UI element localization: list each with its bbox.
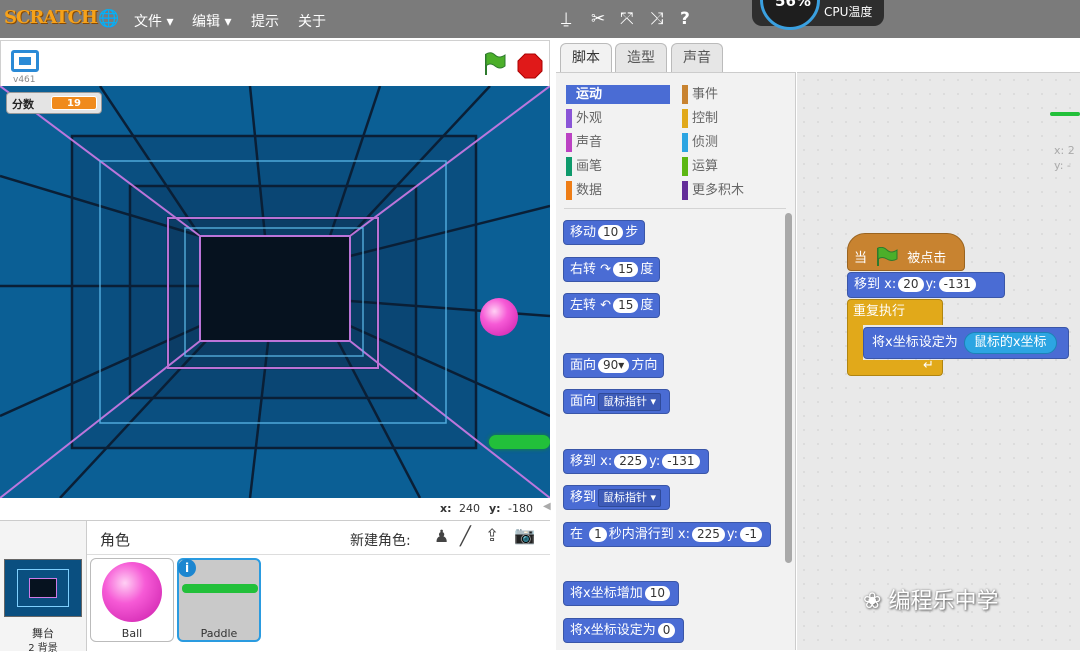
mouse-x-reporter[interactable]: 鼠标的x坐标 [963, 332, 1057, 354]
stage[interactable]: 分数 19 [0, 86, 550, 498]
sprite-name: Ball [121, 627, 143, 640]
scissors-icon[interactable]: ✂ [591, 9, 605, 29]
forever-arm [847, 324, 863, 361]
score-monitor[interactable]: 分数 19 [6, 92, 102, 114]
set-x-block[interactable]: 将x坐标设定为 鼠标的x坐标 [863, 327, 1069, 359]
menu-file[interactable]: 文件 ▾ [134, 11, 173, 31]
x-value: 240 [459, 502, 480, 515]
sprite-x-coord: x: 2 [1054, 144, 1075, 157]
script-area[interactable]: x: 2 y: - 当 被点击 移到 x: 20 y: -131 重复执行 ↵ 将x坐… [797, 72, 1080, 650]
sprite-library-icon[interactable]: ♟ [434, 527, 449, 547]
forever-label: 重复执行 [853, 304, 906, 319]
scratch-logo[interactable]: SCRATCH [4, 7, 98, 28]
version-label: v461 [13, 75, 36, 85]
green-flag-icon[interactable] [481, 51, 507, 77]
category-data[interactable]: 数据 [566, 181, 670, 200]
score-value: 19 [51, 96, 97, 110]
block-set-x[interactable]: 将x坐标设定为 0 [563, 618, 685, 643]
watermark: ❀ 编程乐中学 [863, 589, 999, 614]
block-change-x[interactable]: 将x坐标增加 10 [563, 581, 679, 606]
green-flag-icon [877, 246, 898, 266]
palette-divider [564, 208, 786, 209]
sprites-pane: 舞台 2 背景 角色 新建角色: ♟ ╱ ⇪ 📷 Ball i Paddle [0, 520, 550, 654]
backdrop-count: 2 背景 [28, 643, 58, 654]
y-value: -180 [508, 502, 533, 515]
menu-bar: SCRATCH 🌐 文件 ▾ 编辑 ▾ 提示 关于 ⍊ ✂ ⤧ ⤨ ? 56% … [0, 0, 1080, 38]
menu-edit[interactable]: 编辑 ▾ [192, 11, 231, 31]
loop-arrow-icon: ↵ [923, 358, 934, 373]
rotate-right-icon: ↷ [600, 262, 612, 277]
sprite-y-coord: y: - [1054, 159, 1071, 172]
shrink-icon[interactable]: ⤨ [650, 9, 664, 29]
fullscreen-icon[interactable] [11, 50, 39, 72]
sprite-preview-paddle [1050, 112, 1080, 116]
tab-costumes[interactable]: 造型 [615, 43, 667, 73]
category-pen[interactable]: 画笔 [566, 157, 670, 176]
block-point-towards[interactable]: 面向 鼠标指针 ▾ [563, 389, 671, 414]
editor-tabs: 脚本 造型 声音 [556, 40, 1080, 76]
tab-sounds[interactable]: 声音 [671, 43, 723, 73]
block-palette: 运动 外观 声音 画笔 数据 事件 控制 侦测 运算 更多积木 移动 10 步 右转… [556, 72, 796, 650]
category-events[interactable]: 事件 [682, 85, 786, 104]
block-go-to[interactable]: 移到 鼠标指针 ▾ [563, 485, 671, 510]
when-flag-clicked-block[interactable]: 当 被点击 [847, 233, 965, 271]
block-go-to-xy[interactable]: 移到 x: 225 y: -131 [563, 449, 709, 474]
backdrop-thumbnail[interactable] [4, 559, 82, 617]
sprite-name: Paddle [200, 627, 238, 640]
paint-brush-icon[interactable]: ╱ [460, 526, 471, 547]
go-to-xy-block[interactable]: 移到 x: 20 y: -131 [847, 272, 1005, 298]
stage-thumbnail-panel[interactable]: 舞台 2 背景 [0, 521, 87, 654]
category-more-blocks[interactable]: 更多积木 [682, 181, 786, 200]
category-looks[interactable]: 外观 [566, 109, 670, 128]
category-sensing[interactable]: 侦测 [682, 133, 786, 152]
sprite-thumb-ball[interactable]: Ball [90, 558, 174, 642]
mouse-coords: x: 240 y: -180 ◀ [0, 499, 551, 519]
paddle-sprite[interactable] [489, 435, 550, 449]
menu-about[interactable]: 关于 [298, 11, 326, 31]
collapse-arrow-icon[interactable]: ◀ [543, 501, 551, 512]
sprites-title: 角色 [100, 531, 131, 549]
globe-icon[interactable]: 🌐 [98, 9, 119, 29]
category-motion[interactable]: 运动 [566, 85, 670, 104]
paddle-thumbnail [182, 584, 258, 593]
tunnel-backdrop [0, 86, 550, 498]
cpu-value: 56% [775, 0, 811, 10]
block-turn-left[interactable]: 左转 ↶ 15 度 [563, 293, 661, 318]
palette-scrollbar[interactable] [785, 213, 792, 563]
block-point-in-direction[interactable]: 面向 90▾ 方向 [563, 353, 665, 378]
y-label: y: [489, 502, 501, 515]
stamp-icon[interactable]: ⍊ [561, 9, 571, 29]
wechat-icon: ❀ [863, 589, 882, 614]
rotate-left-icon: ↶ [600, 298, 612, 313]
category-control[interactable]: 控制 [682, 109, 786, 128]
cpu-widget: 56% CPU温度 [752, 0, 884, 30]
cpu-label: CPU温度 [824, 5, 873, 19]
stop-icon[interactable] [517, 53, 543, 79]
stage-header: v461 [0, 40, 550, 86]
block-move-steps[interactable]: 移动 10 步 [563, 220, 646, 245]
info-icon[interactable]: i [178, 559, 196, 577]
new-sprite-label: 新建角色: [350, 533, 411, 549]
menu-tips[interactable]: 提示 [251, 11, 279, 31]
category-sound[interactable]: 声音 [566, 133, 670, 152]
ball-thumbnail [102, 562, 162, 622]
sprites-header: 角色 新建角色: ♟ ╱ ⇪ 📷 [87, 521, 550, 555]
score-label: 分数 [12, 98, 34, 111]
upload-icon[interactable]: ⇪ [485, 526, 499, 546]
help-icon[interactable]: ? [680, 9, 690, 29]
category-operators[interactable]: 运算 [682, 157, 786, 176]
block-glide[interactable]: 在 1 秒内滑行到 x: 225 y: -1 [563, 522, 772, 547]
grow-icon[interactable]: ⤧ [620, 9, 634, 29]
camera-icon[interactable]: 📷 [514, 526, 535, 546]
block-turn-right[interactable]: 右转 ↷ 15 度 [563, 257, 661, 282]
sprite-thumb-paddle[interactable]: i Paddle [177, 558, 261, 642]
x-label: x: [440, 502, 452, 515]
ball-sprite[interactable] [480, 298, 518, 336]
